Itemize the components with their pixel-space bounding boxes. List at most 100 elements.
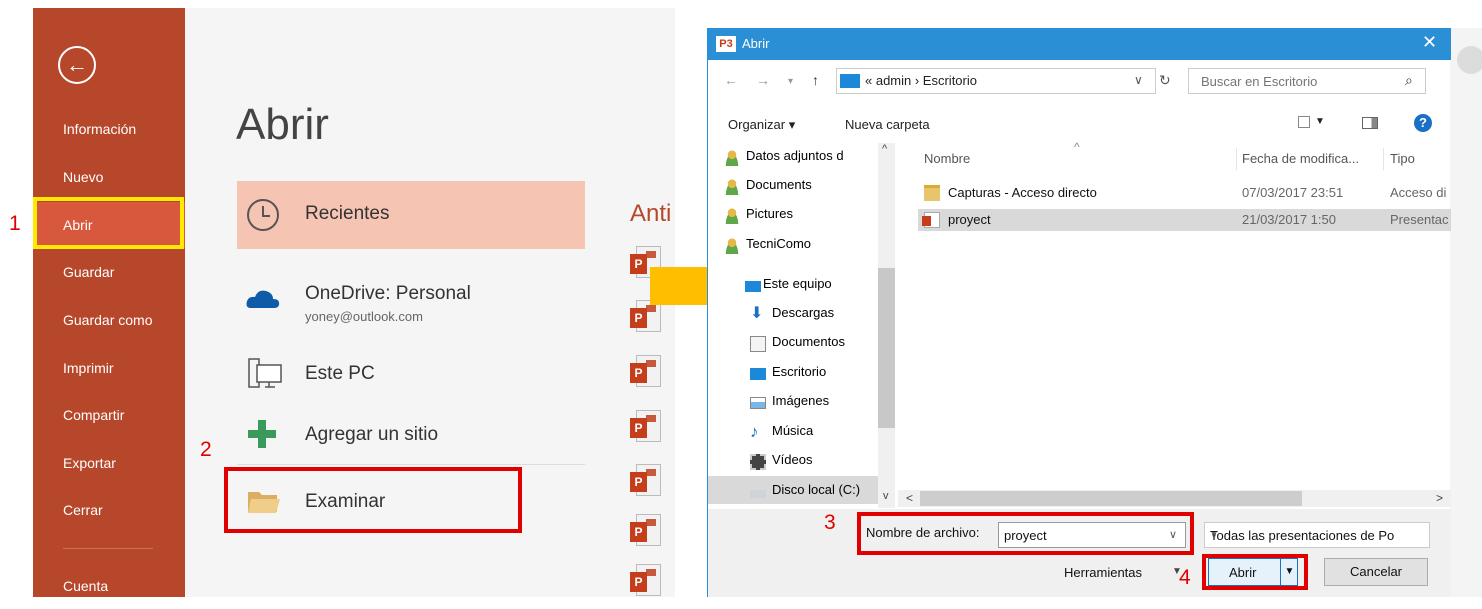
cancel-button[interactable]: Cancelar bbox=[1324, 558, 1428, 586]
address-bar[interactable]: « admin › Escritorio ∨ bbox=[836, 68, 1156, 94]
ppt-file-icon[interactable]: P bbox=[630, 353, 664, 389]
nav-exportar[interactable]: Exportar bbox=[33, 440, 185, 486]
annotation-box-2 bbox=[224, 467, 522, 533]
places-divider bbox=[237, 464, 585, 465]
videos-icon bbox=[750, 454, 766, 470]
nav-pane-label: Vídeos bbox=[772, 452, 813, 467]
dialog-titlebar: P3 Abrir ✕ bbox=[708, 28, 1451, 60]
nav-cuenta[interactable]: Cuenta bbox=[33, 563, 185, 609]
chevron-down-icon[interactable]: ∨ bbox=[1134, 73, 1143, 87]
column-type[interactable]: Tipo bbox=[1390, 151, 1415, 166]
column-divider bbox=[1383, 148, 1384, 170]
ppt-file-icon[interactable]: P bbox=[630, 408, 664, 444]
place-label: Recientes bbox=[305, 203, 390, 224]
column-name[interactable]: Nombre bbox=[924, 151, 970, 166]
nav-pane-label: Disco local (C:) bbox=[772, 482, 861, 497]
file-row[interactable]: proyect 21/03/2017 1:50 Presentac bbox=[918, 209, 1451, 231]
nav-pane-scroll-thumb[interactable] bbox=[878, 268, 895, 428]
backstage-sidebar: ← Información Nuevo Abrir Guardar Guarda… bbox=[33, 8, 185, 597]
file-name: proyect bbox=[948, 212, 991, 227]
nav-pane-item[interactable]: Documents bbox=[724, 177, 812, 199]
chevron-down-icon[interactable]: v bbox=[883, 490, 889, 502]
chevron-down-icon[interactable]: ▼ bbox=[1315, 116, 1325, 127]
up-arrow-icon[interactable]: ↑ bbox=[812, 72, 819, 88]
scroll-left-icon[interactable]: < bbox=[906, 491, 913, 505]
new-folder-button[interactable]: Nueva carpeta bbox=[845, 117, 930, 132]
place-recientes[interactable]: Recientes bbox=[237, 181, 585, 249]
place-este-pc[interactable]: Este PC bbox=[237, 343, 585, 411]
chevron-down-icon[interactable]: ∨ bbox=[1210, 528, 1410, 541]
nav-pane-item[interactable]: Este equipo bbox=[745, 276, 832, 298]
annotation-number-3: 3 bbox=[824, 511, 836, 534]
chevron-up-icon[interactable]: ^ bbox=[882, 143, 887, 155]
place-label: Este PC bbox=[305, 363, 375, 384]
scroll-right-icon[interactable]: > bbox=[1436, 491, 1443, 505]
filetype-select[interactable]: Todas las presentaciones de Po ∨ bbox=[1204, 522, 1430, 548]
place-agregar-sitio[interactable]: Agregar un sitio bbox=[237, 404, 585, 472]
help-icon[interactable]: ? bbox=[1414, 114, 1432, 132]
search-input[interactable] bbox=[1189, 69, 1399, 93]
forward-icon[interactable]: → bbox=[756, 72, 770, 88]
nav-nuevo[interactable]: Nuevo bbox=[33, 154, 185, 200]
preview-pane-icon[interactable] bbox=[1362, 117, 1378, 129]
nav-pane-label: Documentos bbox=[772, 334, 845, 349]
file-name: Capturas - Acceso directo bbox=[948, 185, 1097, 200]
plus-icon bbox=[248, 420, 276, 448]
history-dropdown-icon[interactable]: ▾ bbox=[788, 76, 793, 87]
user-folder-icon bbox=[724, 150, 740, 166]
view-options-icon[interactable] bbox=[1298, 116, 1310, 128]
nav-pane-item[interactable]: Vídeos bbox=[750, 452, 813, 474]
annotation-number-4: 4 bbox=[1179, 566, 1191, 589]
folder-shortcut-icon bbox=[924, 185, 940, 201]
computer-icon bbox=[248, 358, 282, 388]
nav-pane-item[interactable]: Escritorio bbox=[750, 364, 826, 386]
nav-compartir[interactable]: Compartir bbox=[33, 392, 185, 438]
annotation-box-3 bbox=[857, 512, 1194, 555]
horizontal-scroll-thumb[interactable] bbox=[920, 491, 1302, 506]
annotation-number-1: 1 bbox=[9, 212, 21, 235]
dialog-toolbar: Organizar ▾ Nueva carpeta ▼ ? bbox=[708, 110, 1451, 138]
refresh-icon[interactable]: ↻ bbox=[1159, 72, 1171, 89]
dialog-title: Abrir bbox=[742, 36, 770, 51]
nav-pane-item[interactable]: Datos adjuntos d bbox=[724, 148, 844, 170]
ppt-file-icon[interactable]: P bbox=[630, 562, 664, 598]
organize-button[interactable]: Organizar ▾ bbox=[728, 117, 795, 133]
background-strip bbox=[1450, 28, 1482, 597]
file-row[interactable]: Capturas - Acceso directo 07/03/2017 23:… bbox=[918, 182, 1451, 204]
nav-pane-label: Documents bbox=[746, 177, 812, 192]
place-onedrive[interactable]: OneDrive: Personal yoney@outlook.com bbox=[237, 270, 585, 338]
nav-pane-item[interactable]: ♪ Música bbox=[750, 423, 814, 445]
nav-pane-item[interactable]: Pictures bbox=[724, 206, 793, 228]
nav-guardar[interactable]: Guardar bbox=[33, 249, 185, 295]
music-icon: ♪ bbox=[750, 422, 759, 441]
search-box[interactable]: ⌕ bbox=[1188, 68, 1426, 94]
background-avatar bbox=[1457, 46, 1482, 74]
back-arrow-icon[interactable]: ← bbox=[58, 46, 96, 84]
nav-informacion[interactable]: Información bbox=[33, 106, 185, 152]
nav-imprimir[interactable]: Imprimir bbox=[33, 345, 185, 391]
nav-pane-item[interactable]: ⬇ Descargas bbox=[750, 305, 834, 327]
nav-pane-item[interactable]: Documentos bbox=[750, 334, 845, 356]
recent-heading: Anti bbox=[630, 200, 672, 227]
nav-cerrar[interactable]: Cerrar bbox=[33, 487, 185, 533]
ppt-file-icon[interactable]: P bbox=[630, 512, 664, 548]
ppt-file-warning-icon[interactable]: P bbox=[630, 462, 664, 498]
close-icon[interactable]: ✕ bbox=[1422, 32, 1437, 53]
documents-icon bbox=[750, 336, 766, 352]
nav-pane-label: Música bbox=[772, 423, 814, 438]
nav-pane-label: Datos adjuntos d bbox=[746, 148, 844, 163]
nav-pane-item[interactable]: TecniComo bbox=[724, 236, 812, 258]
nav-pane-label: TecniComo bbox=[746, 236, 812, 251]
annotation-box-1 bbox=[33, 197, 184, 249]
tools-button[interactable]: Herramientas bbox=[1064, 565, 1142, 580]
column-date[interactable]: Fecha de modifica... bbox=[1242, 151, 1359, 166]
download-icon: ⬇ bbox=[750, 305, 764, 322]
nav-guardar-como[interactable]: Guardar como bbox=[33, 297, 185, 343]
nav-pane-item[interactable]: Disco local (C:) bbox=[750, 482, 861, 504]
back-icon[interactable]: ← bbox=[724, 72, 738, 88]
nav-pane-item[interactable]: Imágenes bbox=[750, 393, 829, 415]
nav-divider bbox=[63, 548, 153, 549]
user-folder-icon bbox=[724, 208, 740, 224]
open-dialog: P3 Abrir ✕ ← → ▾ ↑ « admin › Escritorio … bbox=[707, 28, 1451, 597]
search-icon[interactable]: ⌕ bbox=[1405, 72, 1413, 89]
